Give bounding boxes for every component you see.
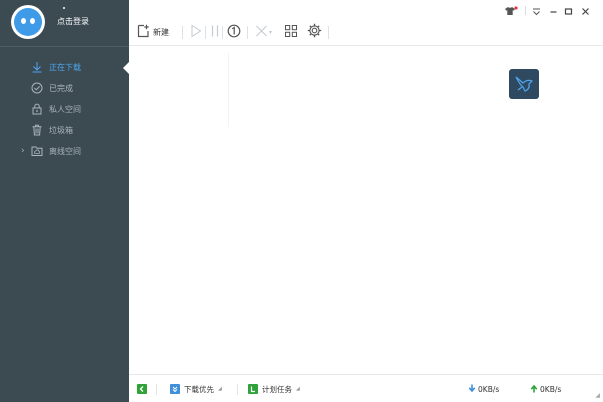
maximize-icon — [564, 1, 573, 20]
hummingbird-icon — [509, 76, 539, 103]
download-priority-button[interactable]: 下载优先 ◢ — [170, 383, 222, 395]
sidebar-item-label: 私人空间 — [49, 104, 81, 114]
sidebar-item-trash[interactable]: 垃圾箱 — [0, 120, 129, 140]
tshirt-icon — [504, 1, 518, 20]
download-speed-value: 0KB/s — [478, 385, 500, 394]
check-circle-icon — [31, 82, 43, 94]
toolbar-separator — [328, 26, 329, 39]
menu-dropdown-icon — [532, 1, 541, 20]
dropdown-caret-icon: ◢ — [296, 386, 300, 392]
collapse-sidebar-button[interactable] — [137, 383, 147, 395]
login-status-dot — [63, 7, 65, 9]
gear-icon — [307, 23, 322, 42]
close-x-icon — [255, 23, 268, 42]
sidebar-divider — [0, 46, 129, 47]
new-task-label: 新建 — [153, 27, 169, 37]
speed-limit-button[interactable] — [227, 24, 241, 40]
window-controls-separator — [525, 6, 526, 15]
status-bar: 下载优先 ◢ 计划任务 ◢ 0KB/s 0KB/s ◢ — [129, 374, 603, 402]
status-separator — [237, 384, 238, 395]
sidebar-item-label: 正在下载 — [49, 62, 81, 72]
download-priority-icon — [170, 384, 180, 394]
download-arrow-icon — [31, 61, 43, 73]
sidebar: 点击登录 正在下载 已完成 私人空间 垃圾箱 › 离线空间 — [0, 0, 129, 402]
upload-speed-value: 0KB/s — [540, 385, 562, 394]
scheduled-task-label: 计划任务 — [262, 384, 292, 394]
avatar-face-icon — [14, 8, 42, 36]
resize-grip-icon[interactable]: ◢ — [595, 392, 600, 399]
toolbar-separator — [247, 26, 248, 39]
sidebar-item-label: 离线空间 — [49, 146, 81, 156]
chevron-right-icon[interactable]: › — [21, 146, 25, 156]
sidebar-item-label: 已完成 — [49, 83, 73, 93]
close-button[interactable] — [579, 4, 591, 16]
toolbar-separator — [182, 26, 183, 39]
user-avatar[interactable] — [11, 5, 45, 39]
chevron-left-icon — [137, 384, 147, 394]
settings-button[interactable] — [307, 23, 322, 42]
sidebar-item-downloading[interactable]: 正在下载 — [0, 57, 129, 77]
toolbar-separator — [222, 26, 223, 39]
lock-icon — [31, 103, 43, 115]
menu-dropdown-button[interactable] — [530, 4, 542, 16]
dropdown-caret-icon: ▾ — [269, 28, 273, 36]
sidebar-item-private-space[interactable]: 私人空间 — [0, 99, 129, 119]
upload-speed: 0KB/s — [530, 384, 561, 395]
sidebar-item-label: 垃圾箱 — [49, 125, 73, 135]
empty-list-divider — [228, 53, 229, 127]
login-link[interactable]: 点击登录 — [57, 16, 89, 27]
new-task-button[interactable]: 新建 — [137, 24, 169, 40]
scheduled-task-icon — [248, 384, 258, 394]
download-list-area — [129, 47, 603, 374]
minimize-icon — [549, 1, 558, 20]
cloud-folder-icon — [31, 145, 43, 157]
minimize-button[interactable] — [547, 4, 559, 16]
layout-button[interactable] — [284, 24, 298, 40]
skin-button[interactable] — [503, 4, 519, 16]
sidebar-item-completed[interactable]: 已完成 — [0, 78, 129, 98]
new-file-icon — [137, 23, 150, 42]
close-icon — [581, 1, 590, 20]
pause-button[interactable] — [210, 24, 220, 40]
download-speed: 0KB/s — [468, 384, 499, 395]
trash-icon — [31, 124, 43, 136]
grid-icon — [284, 23, 298, 42]
status-separator — [156, 384, 157, 395]
toolbar-separator — [205, 26, 206, 39]
arrow-down-icon — [468, 384, 476, 395]
floating-monitor-button[interactable] — [509, 69, 539, 99]
maximize-button[interactable] — [562, 4, 574, 16]
scheduled-task-button[interactable]: 计划任务 ◢ — [248, 383, 300, 395]
pause-icon — [210, 23, 220, 42]
download-priority-label: 下载优先 — [184, 384, 214, 394]
delete-button[interactable]: ▾ — [255, 24, 272, 40]
play-icon — [190, 23, 202, 42]
arrow-up-icon — [530, 384, 538, 395]
dropdown-caret-icon: ◢ — [218, 386, 222, 392]
speed-limit-icon — [227, 23, 241, 42]
start-button[interactable] — [190, 24, 202, 40]
toolbar: 新建 ▾ — [129, 0, 603, 46]
sidebar-item-offline-space[interactable]: › 离线空间 — [0, 141, 129, 161]
